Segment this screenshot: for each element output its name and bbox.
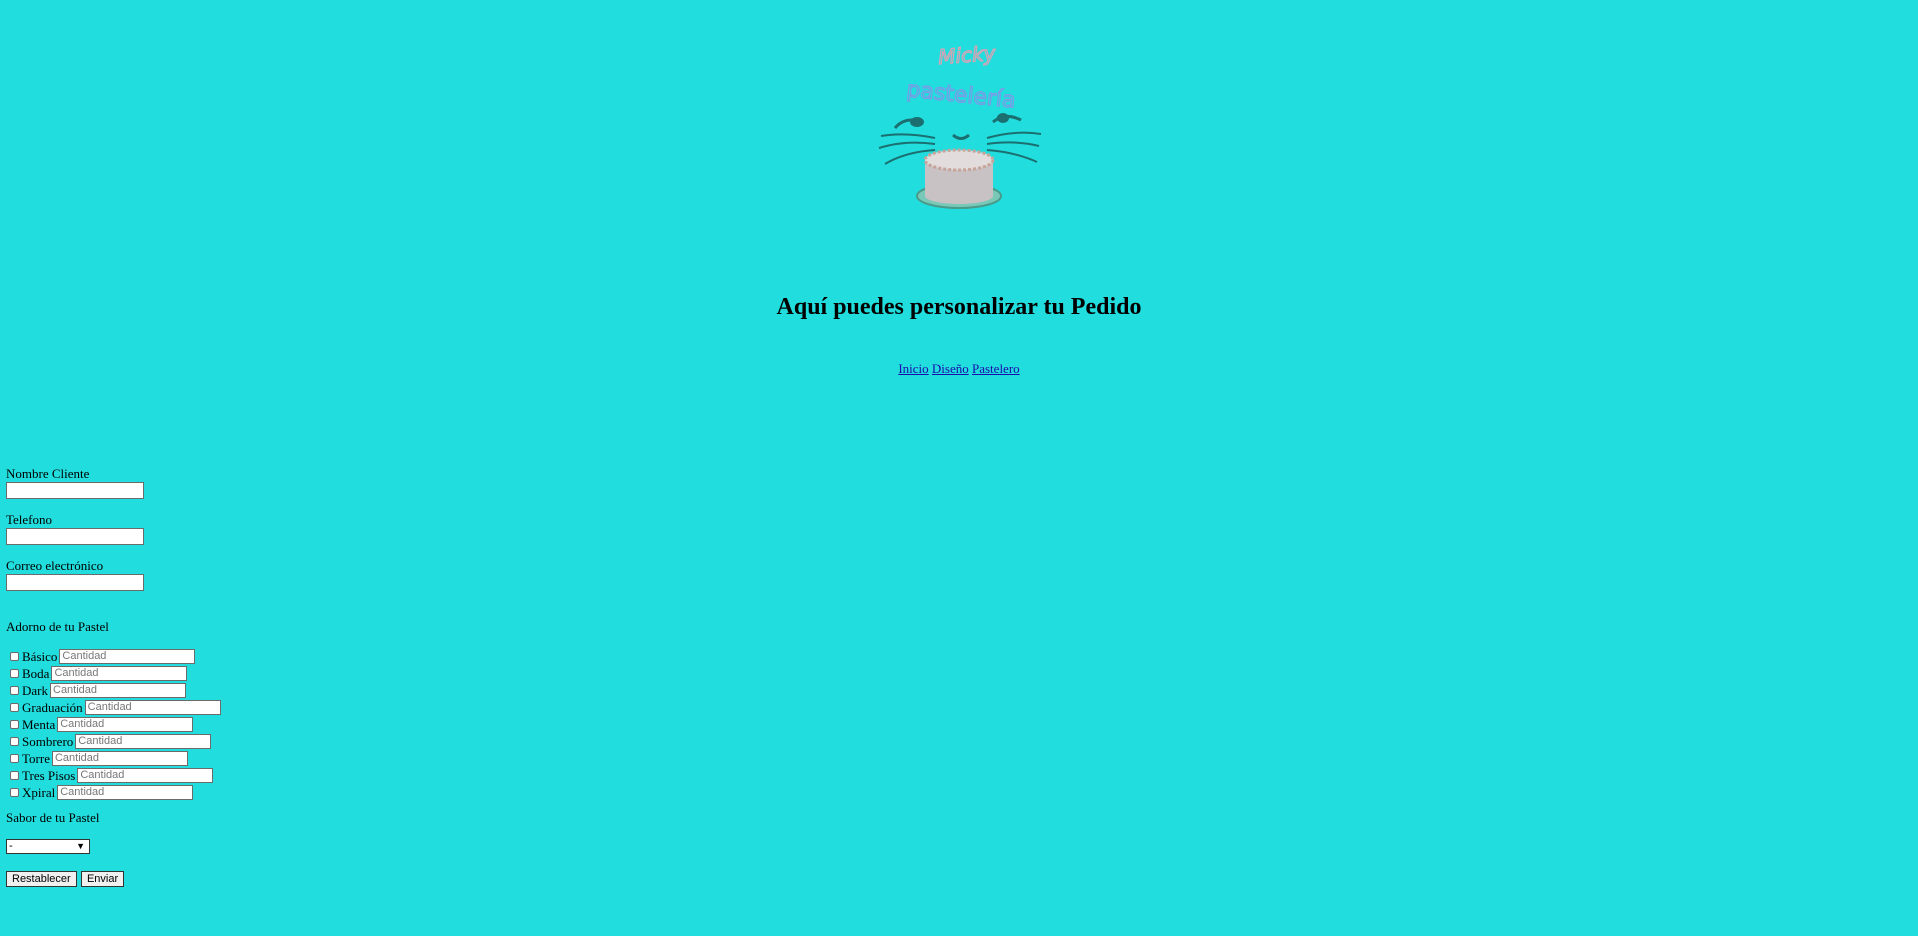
telefono-label: Telefono [6,512,53,527]
adorno-row-graduacion: Graduación Cantidad [8,699,221,716]
adorno-quantity-input[interactable]: Cantidad [59,649,196,664]
adorno-row-torre: Torre Cantidad [8,750,221,767]
adorno-label: Sombrero [22,734,74,749]
adorno-checkbox[interactable] [10,703,19,712]
adorno-row-menta: Menta Cantidad [8,716,221,733]
adorno-list: Básico Cantidad Boda Cantidad Dark Canti… [8,648,221,801]
sabor-select[interactable]: - ▼ [6,839,90,854]
adorno-row-xpiral: Xpiral Cantidad [8,784,221,801]
adorno-quantity-input[interactable]: Cantidad [57,785,194,800]
nombre-input[interactable] [6,482,144,499]
adorno-checkbox[interactable] [10,737,19,746]
adorno-quantity-input[interactable]: Cantidad [50,683,186,698]
page-title: Aquí puedes personalizar tu Pedido [776,294,1142,320]
correo-input[interactable] [6,574,144,591]
adorno-label: Boda [22,666,50,681]
adorno-checkbox[interactable] [10,669,19,678]
logo-text-top: Micky [937,41,997,69]
nav-link-diseno[interactable]: Diseño [932,361,969,376]
nav-link-inicio[interactable]: Inicio [898,361,928,376]
adorno-label: Básico [22,649,58,664]
adorno-label: Menta [22,717,56,732]
adorno-row-boda: Boda Cantidad [8,665,221,682]
adorno-checkbox[interactable] [10,788,19,797]
adorno-quantity-input[interactable]: Cantidad [75,734,212,749]
adorno-label: Tres Pisos [22,768,76,783]
adorno-row-sombrero: Sombrero Cantidad [8,733,221,750]
nombre-field-group: Nombre Cliente [6,466,144,512]
nav-link-pastelero[interactable]: Pastelero [972,361,1020,376]
sabor-selected-value: - [9,840,13,852]
adorno-label: Dark [22,683,48,698]
adorno-label: Graduación [22,700,83,715]
chevron-down-icon: ▼ [76,841,85,851]
adorno-quantity-input[interactable]: Cantidad [51,666,188,681]
reset-button[interactable]: Restablecer [6,871,77,887]
adorno-checkbox[interactable] [10,771,19,780]
adorno-quantity-input[interactable]: Cantidad [84,700,221,715]
cat-cake-logo-icon: Micky pastelería [878,40,1042,209]
adorno-checkbox[interactable] [10,754,19,763]
order-form: Nombre Cliente Telefono Correo electróni… [6,466,221,887]
logo-text-bottom: pastelería [905,77,1016,113]
telefono-input[interactable] [6,528,144,545]
correo-label: Correo electrónico [6,558,104,573]
adorno-label: Xpiral [22,785,56,800]
nombre-label: Nombre Cliente [6,466,90,481]
adorno-label: Torre [22,751,50,766]
adorno-checkbox[interactable] [10,720,19,729]
logo: Micky pastelería [875,40,1045,218]
adorno-quantity-input[interactable]: Cantidad [51,751,188,766]
telefono-field-group: Telefono [6,512,144,558]
adorno-row-tres-pisos: Tres Pisos Cantidad [8,767,221,784]
form-buttons: Restablecer Enviar [6,871,125,887]
correo-field-group: Correo electrónico [6,558,144,604]
sabor-title: Sabor de tu Pastel [6,810,100,825]
adorno-title: Adorno de tu Pastel [6,619,109,634]
adorno-row-dark: Dark Cantidad [8,682,221,699]
adorno-row-basico: Básico Cantidad [8,648,221,665]
adorno-quantity-input[interactable]: Cantidad [77,768,214,783]
main-nav: Inicio Diseño Pastelero [0,361,1918,377]
submit-button[interactable]: Enviar [80,871,125,887]
adorno-checkbox[interactable] [10,686,19,695]
adorno-quantity-input[interactable]: Cantidad [57,717,194,732]
adorno-checkbox[interactable] [10,652,19,661]
